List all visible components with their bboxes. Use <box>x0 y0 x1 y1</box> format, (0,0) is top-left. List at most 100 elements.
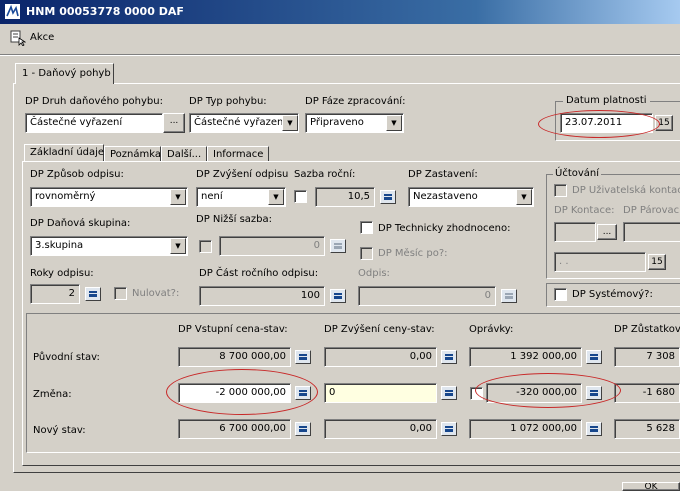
sazba-checkbox[interactable] <box>294 190 307 203</box>
zvyseni-value: není <box>201 191 223 202</box>
systemovy-checkbox[interactable] <box>554 288 567 301</box>
calculator-icon[interactable] <box>586 422 602 436</box>
odpis-label: Odpis: <box>358 268 390 279</box>
calculator-icon[interactable] <box>330 239 346 253</box>
calculator-icon[interactable] <box>380 190 396 204</box>
typ-label: DP Typ pohybu: <box>189 96 267 107</box>
grid-header-zvyseni: DP Zvýšení ceny-stav: <box>324 324 435 335</box>
calculator-icon[interactable] <box>586 350 602 364</box>
app-icon <box>5 4 20 19</box>
subtab-label: Informace <box>213 149 264 160</box>
chevron-down-icon[interactable]: ▼ <box>170 238 186 254</box>
calculator-icon[interactable] <box>330 289 346 303</box>
subtab-label: Poznámka <box>110 149 161 160</box>
calculator-icon[interactable] <box>85 287 101 301</box>
skupina-select[interactable]: 3.skupina <box>30 236 188 256</box>
subtab-label: Další... <box>167 149 202 160</box>
chevron-down-icon[interactable]: ▼ <box>170 189 186 205</box>
faze-label: DP Fáze zpracování: <box>305 96 406 107</box>
nizsi-label: DP Nižší sazba: <box>196 214 273 225</box>
skupina-value: 3.skupina <box>35 240 84 251</box>
druh-label: DP Druh daňového pohybu: <box>25 96 163 107</box>
highlight-ellipse-zmena-opravky <box>475 373 621 408</box>
puvodni-opravky[interactable]: 1 392 000,00 <box>469 347 582 367</box>
calculator-icon[interactable] <box>441 386 457 400</box>
subtab-label: Základní údaje <box>30 147 105 158</box>
chevron-down-icon[interactable]: ▼ <box>268 189 284 205</box>
zmena-zvyseni[interactable]: 0 <box>324 383 437 403</box>
subtab-informace[interactable]: Informace <box>207 146 269 161</box>
zvyseni-label: DP Zvýšení odpisu <box>196 169 289 180</box>
chevron-down-icon[interactable]: ▼ <box>282 115 298 131</box>
subtab-poznamka[interactable]: Poznámka <box>104 146 161 161</box>
ok-button[interactable]: OK <box>622 482 680 491</box>
grid-header-vstupni: DP Vstupní cena-stav: <box>178 324 288 335</box>
zpusob-label: DP Způsob odpisu: <box>30 169 124 180</box>
calculator-icon[interactable] <box>441 422 457 436</box>
odpis-field[interactable]: 0 <box>358 286 496 306</box>
calendar-icon[interactable]: 15 <box>648 254 666 270</box>
roky-label: Roky odpisu: <box>30 268 94 279</box>
puvodni-zvyseni[interactable]: 0,00 <box>324 347 437 367</box>
window-title: HNM 00053778 0000 DAF <box>26 5 184 18</box>
druh-lookup-button[interactable]: ... <box>163 113 185 133</box>
parovaci-label: DP Párovací <box>623 205 680 216</box>
ok-button-label: OK <box>644 482 658 491</box>
faze-value: Připraveno <box>310 117 364 128</box>
uctovani-date-field[interactable]: . . <box>554 252 646 272</box>
chevron-down-icon[interactable]: ▼ <box>386 115 402 131</box>
subtab-zakladni-udaje[interactable]: Základní údaje <box>24 144 104 161</box>
sazba-label: Sazba roční: <box>294 169 356 180</box>
nulovat-label: Nulovat?: <box>132 288 180 299</box>
title-bar: HNM 00053778 0000 DAF <box>0 0 680 24</box>
uctovani-group-label: Účtování <box>553 168 602 179</box>
kontace-checkbox[interactable] <box>554 184 567 197</box>
systemovy-label: DP Systémový?: <box>572 289 653 300</box>
kontace-label: DP Kontace: <box>554 205 615 216</box>
druh-field[interactable]: Částečné vyřazení <box>25 113 163 133</box>
row-label-novy: Nový stav: <box>33 425 86 436</box>
zastaveni-label: DP Zastavení: <box>408 169 478 180</box>
kontace-checkbox-label: DP Uživatelská kontace <box>572 185 680 196</box>
row-label-puvodni: Původní stav: <box>33 352 100 363</box>
novy-opravky[interactable]: 1 072 000,00 <box>469 419 582 439</box>
novy-zvyseni[interactable]: 0,00 <box>324 419 437 439</box>
sazba-field[interactable]: 10,5 <box>315 187 375 207</box>
nizsi-field[interactable]: 0 <box>219 236 325 256</box>
calculator-icon[interactable] <box>295 350 311 364</box>
zpusob-value: rovnoměrný <box>35 191 96 202</box>
nizsi-checkbox[interactable] <box>199 240 212 253</box>
subtab-dalsi[interactable]: Další... <box>161 146 207 161</box>
highlight-ellipse-datum <box>538 110 660 138</box>
kontace-lookup-button[interactable]: ... <box>597 224 617 240</box>
technicky-checkbox[interactable] <box>360 221 373 234</box>
novy-zustatkova[interactable]: 5 628 <box>614 419 680 439</box>
datum-group-label: Datum platnosti <box>563 95 650 106</box>
zpusob-select[interactable]: rovnoměrný <box>30 187 188 207</box>
chevron-down-icon[interactable]: ▼ <box>516 189 532 205</box>
nulovat-checkbox[interactable] <box>114 287 127 300</box>
typ-value: Částečné vyřazení <box>194 117 287 128</box>
menu-akce[interactable]: Akce <box>30 32 54 43</box>
zmena-zustatkova[interactable]: -1 680 <box>614 383 680 403</box>
tab-danovy-pohyb[interactable]: 1 - Daňový pohyb <box>15 63 114 84</box>
parovaci-field[interactable] <box>623 222 680 242</box>
cast-label: DP Část ročního odpisu: <box>199 268 319 279</box>
puvodni-zustatkova[interactable]: 7 308 <box>614 347 680 367</box>
cast-field[interactable]: 100 <box>199 286 325 306</box>
roky-field[interactable]: 2 <box>30 284 80 304</box>
grid-header-opravky: Oprávky: <box>469 324 514 335</box>
calculator-icon[interactable] <box>295 422 311 436</box>
calculator-icon[interactable] <box>441 350 457 364</box>
row-label-zmena: Změna: <box>33 389 72 400</box>
puvodni-vstupni[interactable]: 8 700 000,00 <box>178 347 291 367</box>
kontace-field[interactable] <box>554 222 596 242</box>
highlight-ellipse-zmena-vstupni <box>166 369 318 415</box>
menu-bar: Akce <box>0 24 680 54</box>
calculator-icon[interactable] <box>501 289 517 303</box>
menu-separator <box>0 54 680 56</box>
mesic-checkbox[interactable] <box>360 247 373 260</box>
novy-vstupni[interactable]: 6 700 000,00 <box>178 419 291 439</box>
tab-label: 1 - Daňový pohyb <box>22 68 111 79</box>
mesic-label: DP Měsíc po?: <box>378 248 448 259</box>
